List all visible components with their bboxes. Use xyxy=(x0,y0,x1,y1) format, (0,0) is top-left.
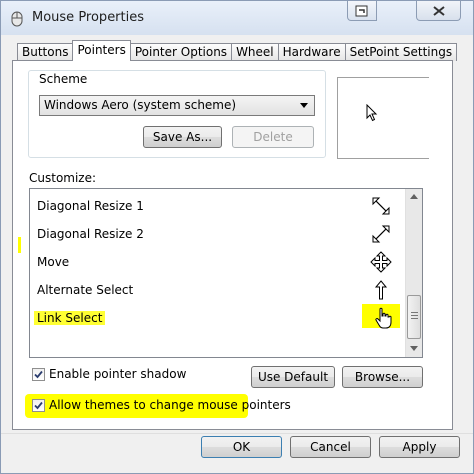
mouse-properties-window: Mouse Properties Buttons Pointers Pointe… xyxy=(0,0,474,474)
checkmark-icon xyxy=(34,370,43,379)
checkmark-icon xyxy=(34,401,43,410)
list-item-label: Move xyxy=(37,255,70,269)
help-icon xyxy=(355,5,368,16)
highlight-mark xyxy=(18,237,21,253)
close-button[interactable] xyxy=(416,1,461,21)
tab-setpoint-settings[interactable]: SetPoint Settings xyxy=(344,43,458,61)
diagonal-resize-2-icon xyxy=(372,225,390,243)
allow-themes-label[interactable]: Allow themes to change mouse pointers xyxy=(49,398,291,412)
scroll-down-icon[interactable] xyxy=(410,346,418,351)
close-icon xyxy=(432,5,445,16)
grip-line xyxy=(411,315,418,316)
scroll-thumb[interactable] xyxy=(407,295,421,339)
title-bar[interactable]: Mouse Properties xyxy=(1,1,473,35)
list-scrollbar[interactable] xyxy=(405,189,422,357)
tab-strip: Buttons Pointers Pointer Options Wheel H… xyxy=(17,40,458,61)
list-item-selected[interactable]: Link Select xyxy=(30,304,406,332)
list-item-label: Alternate Select xyxy=(37,283,134,297)
list-item[interactable]: Diagonal Resize 1 xyxy=(30,192,406,220)
apply-button[interactable]: Apply xyxy=(379,436,460,458)
scheme-label: Scheme xyxy=(36,72,91,86)
list-item[interactable]: Move xyxy=(30,248,406,276)
list-item-label: Diagonal Resize 2 xyxy=(37,227,144,241)
list-item-label: Link Select xyxy=(34,311,106,325)
tab-pointer-options[interactable]: Pointer Options xyxy=(129,43,233,61)
list-item[interactable]: Diagonal Resize 2 xyxy=(30,220,406,248)
help-button[interactable] xyxy=(347,1,377,21)
delete-button[interactable]: Delete xyxy=(232,126,314,148)
scheme-dropdown[interactable]: Windows Aero (system scheme) xyxy=(39,95,315,116)
move-icon xyxy=(370,251,392,273)
chevron-down-icon xyxy=(300,103,308,108)
pointer-preview xyxy=(337,77,429,159)
footer-divider xyxy=(1,433,473,434)
tab-wheel[interactable]: Wheel xyxy=(231,43,279,61)
mouse-icon xyxy=(11,11,23,27)
ok-button[interactable]: OK xyxy=(201,436,282,458)
save-as-button[interactable]: Save As... xyxy=(143,126,222,148)
scroll-up-icon[interactable] xyxy=(410,194,418,199)
customize-label: Customize: xyxy=(29,171,97,185)
hand-pointer-icon xyxy=(375,307,392,329)
browse-button[interactable]: Browse... xyxy=(342,366,423,388)
enable-shadow-checkbox[interactable] xyxy=(32,368,45,381)
cursor-list[interactable]: Diagonal Resize 1 Diagonal Resize 2 Move… xyxy=(29,188,423,358)
list-item-label: Diagonal Resize 1 xyxy=(37,199,144,213)
alternate-select-icon xyxy=(374,280,388,300)
cancel-button[interactable]: Cancel xyxy=(290,436,371,458)
list-item[interactable]: Alternate Select xyxy=(30,276,406,304)
diagonal-resize-1-icon xyxy=(372,197,390,215)
allow-themes-checkbox[interactable] xyxy=(32,399,45,412)
tab-hardware[interactable]: Hardware xyxy=(277,43,346,61)
grip-line xyxy=(411,312,418,313)
grip-line xyxy=(411,318,418,319)
scheme-selected-value: Windows Aero (system scheme) xyxy=(44,98,237,112)
tab-buttons[interactable]: Buttons xyxy=(17,43,74,61)
window-title: Mouse Properties xyxy=(32,10,145,25)
tab-pointers[interactable]: Pointers xyxy=(72,40,131,61)
use-default-button[interactable]: Use Default xyxy=(251,366,335,388)
enable-shadow-label[interactable]: Enable pointer shadow xyxy=(49,367,186,381)
arrow-cursor-icon xyxy=(366,104,378,122)
